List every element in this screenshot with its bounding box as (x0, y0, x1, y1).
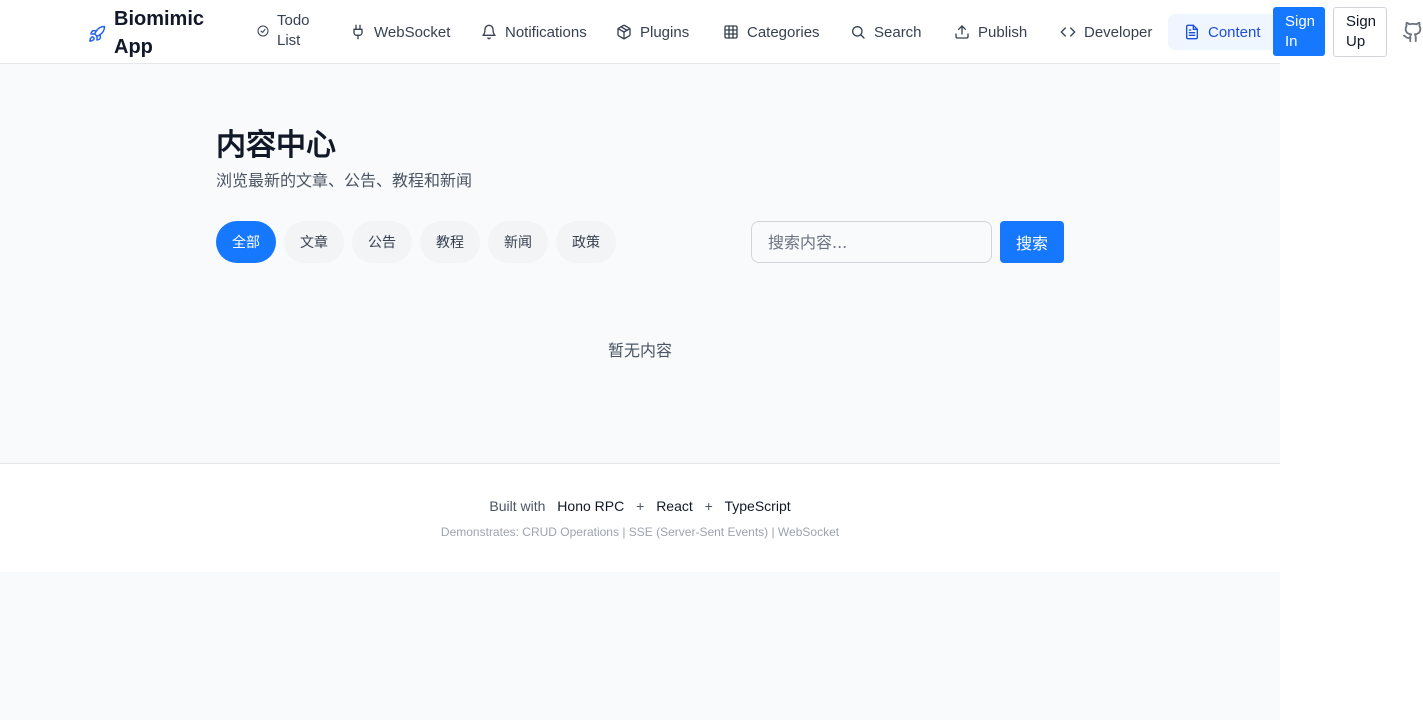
filter-chip-policy[interactable]: 政策 (556, 221, 616, 263)
nav-plugins[interactable]: Plugins (616, 14, 689, 50)
filter-chip-tutorials[interactable]: 教程 (420, 221, 480, 263)
nav-label: Search (874, 23, 922, 41)
nav-websocket[interactable]: WebSocket (350, 14, 450, 50)
nav-label: Categories (747, 23, 820, 41)
filter-chip-articles[interactable]: 文章 (284, 221, 344, 263)
sign-up-button[interactable]: Sign Up (1333, 7, 1387, 57)
plug-icon (353, 24, 363, 40)
nav-label: Publish (978, 23, 1028, 41)
github-icon[interactable] (1402, 21, 1423, 43)
nav-categories[interactable]: Categories (723, 14, 820, 50)
footer-demonstrates: Demonstrates: CRUD Operations | SSE (Ser… (440, 525, 840, 539)
category-filter-bar: 全部 文章 公告 教程 新闻 政策 (216, 221, 616, 263)
upload-icon (955, 25, 969, 39)
nav-publish[interactable]: Publish (954, 14, 1027, 50)
plus-separator: + (704, 498, 713, 514)
grid-icon (724, 25, 738, 39)
check-circle-icon (257, 25, 269, 37)
tech-react: React (656, 498, 693, 514)
nav-label: Developer (1084, 23, 1153, 41)
code-icon (1060, 27, 1076, 37)
tech-typescript: TypeScript (724, 498, 791, 514)
brand-name: Biomimic App (114, 8, 205, 58)
footer-built-with: Built with Hono RPC + React + TypeScript (0, 498, 1280, 514)
footer: Built with Hono RPC + React + TypeScript… (0, 463, 1280, 572)
bell-icon (482, 24, 496, 40)
nav-developer[interactable]: Developer (1060, 14, 1152, 50)
tech-hono-rpc: Hono RPC (557, 498, 625, 514)
nav-content[interactable]: Content (1168, 14, 1277, 50)
nav-label: Content (1208, 23, 1261, 41)
content-search-button[interactable]: 搜索 (1000, 221, 1064, 263)
sign-in-button[interactable]: Sign In (1273, 7, 1325, 56)
built-with-label: Built with (489, 498, 546, 514)
package-icon (617, 24, 631, 40)
nav-label: Plugins (640, 23, 690, 41)
search-icon (852, 26, 865, 39)
filter-chip-announcements[interactable]: 公告 (352, 221, 412, 263)
page-subtitle: 浏览最新的文章、公告、教程和新闻 (216, 173, 473, 190)
brand[interactable]: Biomimic App (88, 5, 214, 61)
page-title: 内容中心 (216, 129, 336, 162)
rocket-icon (89, 25, 106, 42)
file-text-icon (1186, 24, 1198, 40)
nav-search[interactable]: Search (850, 14, 922, 50)
filter-chip-all[interactable]: 全部 (216, 221, 276, 263)
empty-state-message: 暂无内容 (607, 343, 672, 360)
nav-notifications[interactable]: Notifications (481, 14, 587, 50)
nav-label: Notifications (505, 23, 587, 41)
top-navbar: Biomimic App Todo List WebSocket Notific… (0, 0, 1422, 64)
filter-chip-news[interactable]: 新闻 (488, 221, 548, 263)
nav-label: Todo List (277, 12, 310, 49)
nav-todo-list[interactable]: Todo List (257, 11, 317, 51)
content-search-input[interactable] (751, 221, 992, 263)
nav-label: WebSocket (374, 23, 451, 41)
plus-separator: + (636, 498, 645, 514)
